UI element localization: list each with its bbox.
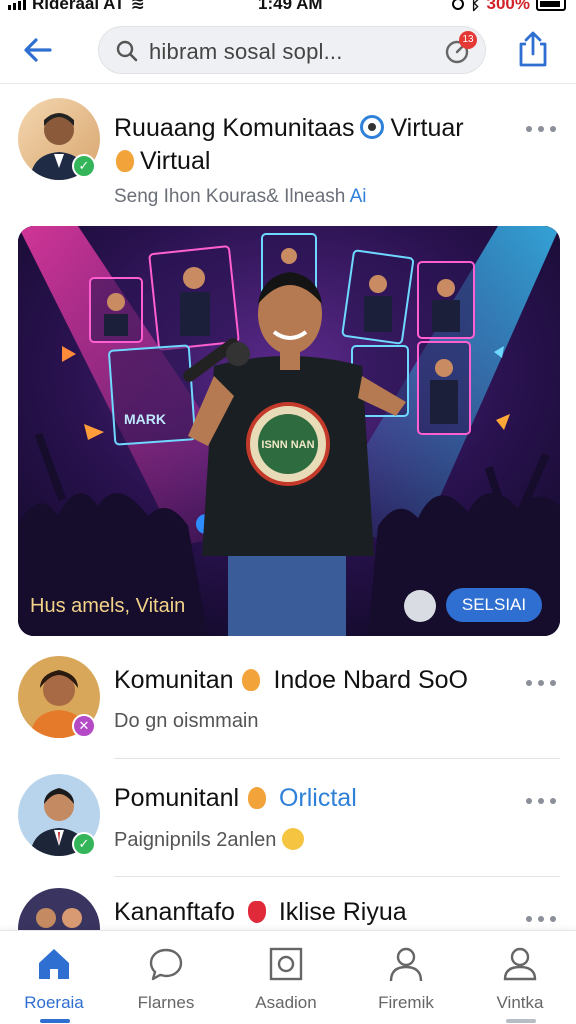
nav-label: Flarnes	[137, 993, 195, 1012]
post-image[interactable]: MARK ISNN NAN Hus amels, Vitain SELSIAI	[18, 226, 560, 636]
community-title: Komunitan Indoe Nbard SoO	[114, 666, 468, 695]
post-title-part3: Virtual	[140, 147, 211, 175]
svg-text:MARK: MARK	[124, 411, 166, 427]
status-bar: Rlderaal AT ≋ 1:49 AM ᛒ 300%	[0, 0, 576, 16]
bluetooth-icon: ᛒ	[470, 0, 481, 13]
verified-badge: ✓	[72, 154, 96, 178]
money-bag-icon	[248, 787, 267, 809]
club-icon[interactable]	[404, 590, 436, 622]
more-options-button[interactable]	[526, 678, 556, 688]
square-icon	[269, 947, 303, 981]
list-item[interactable]: ✓ Pomunitanl Orlictal Paignipnils 2anlen	[0, 774, 576, 884]
record-icon	[452, 0, 465, 10]
status-left: Rlderaal AT ≋	[8, 0, 145, 14]
battery-label: 300%	[486, 0, 530, 13]
select-button[interactable]: SELSIAI	[446, 588, 542, 622]
search-icon	[116, 40, 138, 62]
post-subtitle: Seng Ihon Kouras& Ilneash Ai	[114, 186, 366, 208]
search-input[interactable]: hibram sosal sopl... 13	[98, 26, 486, 74]
post-subtitle-text: Seng Ihon Kouras& Ilneash	[114, 186, 346, 207]
home-indicator	[506, 1019, 536, 1023]
post-subtitle-highlight: Ai	[349, 186, 367, 207]
nav-item-firemik[interactable]: Firemik	[356, 945, 456, 1015]
post-title-part2: Virtuar	[390, 114, 464, 142]
divider	[114, 876, 560, 877]
concert-illustration: MARK ISNN NAN	[18, 226, 560, 636]
share-button[interactable]	[516, 30, 550, 68]
community-name: Pomunitanl	[114, 784, 240, 812]
carrier-label: Rlderaal AT	[32, 0, 125, 13]
nav-label: Asadion	[255, 993, 317, 1012]
community-subtitle: Paignipnils 2anlen	[114, 828, 304, 852]
community-accent: Orlictal	[278, 784, 357, 812]
grin-emoji-icon	[281, 828, 304, 850]
home-icon	[39, 949, 69, 979]
money-bag-icon	[242, 669, 261, 691]
nav-item-flarnes[interactable]: Flarnes	[116, 945, 216, 1015]
notification-badge: 13	[459, 31, 477, 49]
wifi-icon: ≋	[130, 0, 145, 13]
search-text: hibram sosal sopl...	[149, 39, 343, 64]
notification-button[interactable]: 13	[443, 31, 477, 65]
community-name: Komunitan	[114, 666, 234, 694]
active-tab-indicator	[40, 1019, 70, 1023]
verified-badge: ✓	[72, 832, 96, 856]
more-options-button[interactable]	[526, 796, 556, 806]
back-button[interactable]	[20, 32, 56, 68]
person-icon	[389, 947, 423, 982]
nav-label: Vintka	[496, 993, 544, 1012]
community-subtitle: Do gn oismmain	[114, 710, 259, 732]
divider	[114, 758, 560, 759]
share-icon	[519, 31, 547, 67]
more-options-button[interactable]	[526, 124, 556, 134]
community-name-rest: Indoe Nbard SoO	[273, 666, 469, 694]
community-title: Kananftafo Iklise Riyua	[114, 898, 407, 927]
community-name-rest: Iklise Riyua	[278, 898, 407, 926]
bottom-navigation: Roeraia Flarnes Asadion Firemik Vintka	[0, 930, 576, 1024]
globe-icon	[360, 115, 385, 139]
profile-icon	[503, 947, 537, 981]
status-time: 1:49 AM	[258, 0, 323, 13]
community-subtitle-text: Paignipnils 2anlen	[114, 829, 277, 851]
more-options-button[interactable]	[526, 914, 556, 924]
signal-icon	[8, 0, 26, 10]
strawberry-icon	[247, 901, 266, 923]
top-bar: hibram sosal sopl... 13	[0, 16, 576, 84]
nav-label: Firemik	[378, 993, 434, 1012]
status-right: ᛒ 300%	[452, 0, 566, 14]
arrow-left-icon	[24, 38, 52, 62]
nav-item-vintka[interactable]: Vintka	[470, 945, 570, 1015]
status-badge: ✕	[72, 714, 96, 738]
post-title-part1: Ruuaang Komunitaas	[114, 114, 355, 142]
battery-icon	[536, 0, 566, 11]
shirt-text: ISNN NAN	[261, 439, 314, 451]
nav-label: Roeraia	[24, 993, 84, 1012]
nav-item-home[interactable]: Roeraia	[4, 945, 104, 1015]
post-title: Ruuaang Komunitaas Virtuar Virtual	[114, 112, 504, 178]
list-item[interactable]: ✕ Komunitan Indoe Nbard SoO Do gn oismma…	[0, 656, 576, 766]
money-bag-icon	[116, 150, 134, 172]
community-name: Kananftafo	[114, 898, 235, 926]
community-title: Pomunitanl Orlictal	[114, 784, 357, 813]
chat-bubble-icon	[149, 948, 183, 981]
image-caption: Hus amels, Vitain	[30, 595, 186, 617]
nav-item-asadion[interactable]: Asadion	[236, 945, 336, 1015]
